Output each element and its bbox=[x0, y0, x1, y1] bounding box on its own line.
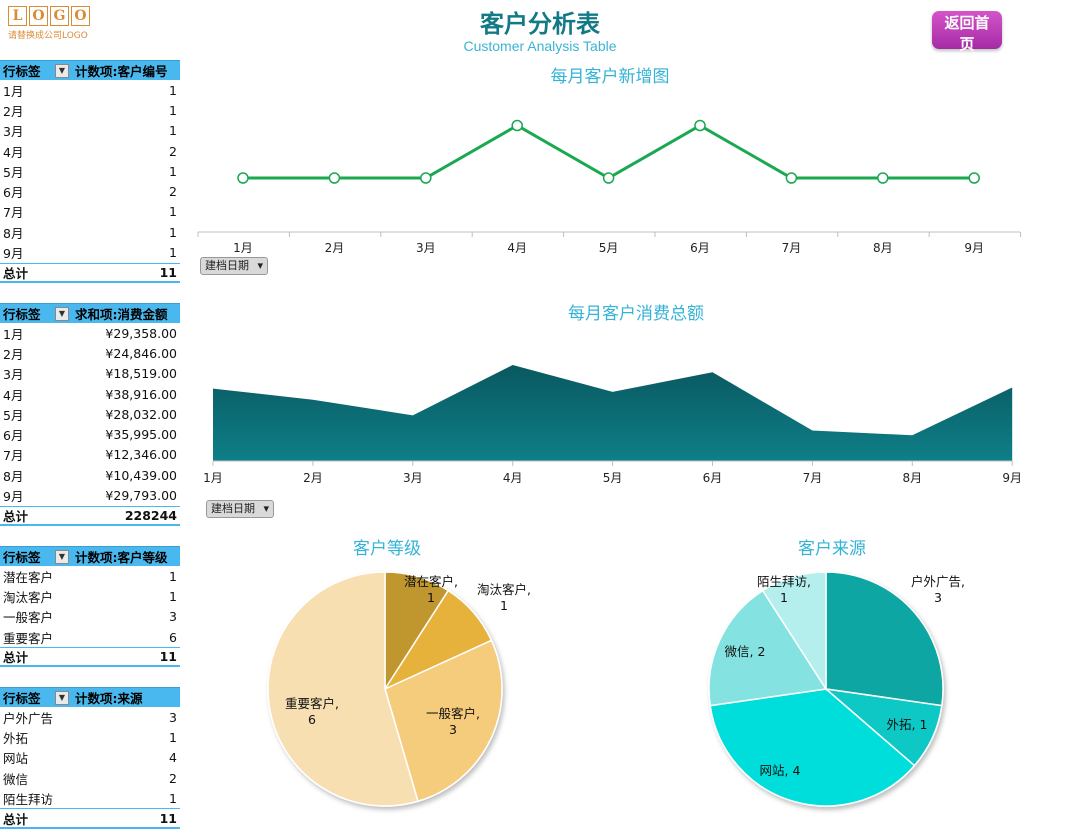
pie-slices bbox=[267, 571, 503, 807]
line-point bbox=[968, 172, 980, 184]
pie-label-value: 6 bbox=[308, 712, 316, 727]
pie-slices bbox=[708, 571, 944, 807]
pie-label: 网站, 4 bbox=[760, 763, 801, 778]
line-point bbox=[237, 172, 249, 184]
x-tick-label: 3月 bbox=[416, 241, 436, 255]
pie-label-value: 1 bbox=[780, 590, 788, 605]
pie-label-name: 户外广告, bbox=[911, 574, 965, 589]
monthly-spend-area-chart: 1月 2月 3月 4月 5月 6月 7月 8月 9月 bbox=[203, 365, 1022, 485]
pie-label-value: 3 bbox=[449, 722, 457, 737]
pie-label: 户外广告, 3 bbox=[911, 574, 965, 605]
line-point bbox=[694, 119, 706, 132]
source-pie-chart: 户外广告, 3 外拓, 1 网站, 4 微信, 2 陌生拜访, 1 bbox=[708, 571, 965, 807]
x-tick-label: 9月 bbox=[964, 241, 984, 255]
area-series bbox=[213, 365, 1013, 461]
x-tick-label: 7月 bbox=[803, 471, 823, 485]
pie-label-value: 3 bbox=[934, 590, 942, 605]
x-tick-label: 4月 bbox=[507, 241, 527, 255]
pie-label: 外拓, 1 bbox=[887, 717, 928, 732]
x-tick-label: 7月 bbox=[782, 241, 802, 255]
x-tick-label: 5月 bbox=[603, 471, 623, 485]
pie-slice bbox=[825, 571, 944, 707]
x-tick-label: 6月 bbox=[703, 471, 723, 485]
x-tick-label: 3月 bbox=[403, 471, 423, 485]
monthly-new-line-chart: 1月 2月 3月 4月 5月 6月 7月 8月 9月 bbox=[197, 119, 1022, 255]
line-series bbox=[243, 123, 975, 180]
line-point bbox=[877, 172, 889, 184]
x-tick-label: 5月 bbox=[599, 241, 619, 255]
x-tick-label: 1月 bbox=[233, 241, 253, 255]
pie-label-value: 1 bbox=[427, 590, 435, 605]
x-tick-label: 1月 bbox=[203, 471, 223, 485]
pie-label-name: 陌生拜访, bbox=[757, 574, 811, 589]
pie-label-value: 1 bbox=[500, 598, 508, 613]
line-point bbox=[328, 172, 341, 184]
pie-label: 淘汰客户, 1 bbox=[477, 582, 531, 613]
line-point bbox=[420, 172, 432, 184]
x-tick-label: 2月 bbox=[303, 471, 323, 485]
pie-label-name: 重要客户, bbox=[285, 696, 339, 711]
x-tick-label: 2月 bbox=[325, 241, 345, 255]
x-tick-label: 8月 bbox=[873, 241, 893, 255]
pie-label-name: 淘汰客户, bbox=[477, 582, 531, 597]
x-tick-label: 9月 bbox=[1002, 471, 1022, 485]
pie-label: 微信, 2 bbox=[725, 644, 766, 659]
pie-label-name: 一般客户, bbox=[426, 706, 480, 721]
line-point bbox=[785, 172, 798, 184]
x-tick-label: 8月 bbox=[902, 471, 922, 485]
charts-canvas: 1月 2月 3月 4月 5月 6月 7月 8月 9月 1月 2月 3月 4月 5月 6月 7月 8月 9月 潜在… bbox=[197, 119, 1022, 807]
line-point bbox=[602, 172, 615, 184]
x-tick-label: 6月 bbox=[690, 241, 710, 255]
grade-pie-chart: 潜在客户, 1淘汰客户, 1一般客户, 3重要客户, 6 bbox=[267, 571, 531, 807]
pie-label-name: 潜在客户, bbox=[404, 574, 458, 589]
x-tick-label: 4月 bbox=[503, 471, 523, 485]
line-point bbox=[511, 119, 523, 132]
